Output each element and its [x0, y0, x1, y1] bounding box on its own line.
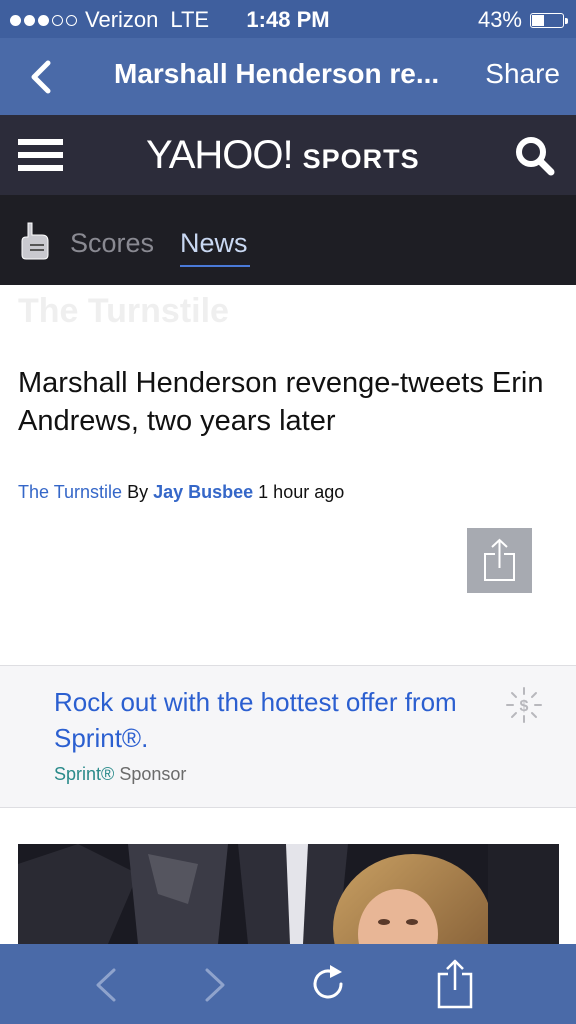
- forward-icon[interactable]: [201, 966, 229, 1009]
- battery-tip: [565, 17, 568, 24]
- foam-finger-icon: [18, 219, 52, 261]
- author-link[interactable]: Jay Busbee: [153, 482, 253, 502]
- yahoo-sports-logo[interactable]: YAHOO! SPORTS: [146, 133, 420, 178]
- byline: The Turnstile By Jay Busbee 1 hour ago: [18, 482, 344, 503]
- svg-text:$: $: [520, 698, 529, 715]
- article-share-button[interactable]: [467, 528, 532, 593]
- reload-icon[interactable]: [308, 962, 350, 1011]
- back-button[interactable]: [28, 58, 58, 96]
- nav-bar: Marshall Henderson re... Share: [0, 38, 576, 115]
- search-icon[interactable]: [514, 135, 556, 177]
- logo-sports: SPORTS: [302, 144, 420, 174]
- time-ago: 1 hour ago: [258, 482, 345, 502]
- menu-icon[interactable]: [18, 139, 63, 171]
- status-bar: Verizon LTE 1:48 PM 43%: [0, 0, 576, 38]
- ad-text[interactable]: Rock out with the hottest offer from Spr…: [54, 684, 494, 756]
- source-link[interactable]: The Turnstile: [18, 482, 122, 502]
- by-label: By: [127, 482, 149, 502]
- chevron-left-icon: [31, 60, 51, 94]
- battery-percent: 43%: [477, 7, 522, 32]
- share-icon: [484, 538, 515, 581]
- sponsored-dollar-icon: $: [505, 686, 543, 724]
- share-button[interactable]: Share: [485, 58, 560, 90]
- share-icon[interactable]: [436, 958, 474, 1015]
- status-right: 43%: [477, 7, 568, 33]
- sponsor-label: Sponsor: [119, 764, 187, 784]
- article-photo[interactable]: [18, 844, 559, 944]
- tab-bar: Scores News: [0, 195, 576, 285]
- page-title: Marshall Henderson re...: [114, 58, 440, 89]
- article-headline: Marshall Henderson revenge-tweets Erin A…: [18, 367, 544, 437]
- browser-toolbar: [0, 944, 576, 1024]
- yahoo-header: YAHOO! SPORTS: [0, 115, 576, 195]
- active-tab-indicator: [180, 265, 250, 267]
- tab-news[interactable]: News: [180, 228, 248, 259]
- section-title: The Turnstile: [18, 292, 229, 330]
- sponsored-ad[interactable]: Rock out with the hottest offer from Spr…: [0, 665, 576, 808]
- ad-sponsor: Sprint® Sponsor: [54, 764, 186, 785]
- sponsor-name: Sprint®: [54, 764, 115, 784]
- back-icon[interactable]: [92, 966, 120, 1009]
- battery-icon: [530, 12, 568, 28]
- logo-yahoo: YAHOO!: [146, 133, 294, 177]
- tab-scores[interactable]: Scores: [70, 228, 154, 259]
- battery-fill: [532, 14, 545, 26]
